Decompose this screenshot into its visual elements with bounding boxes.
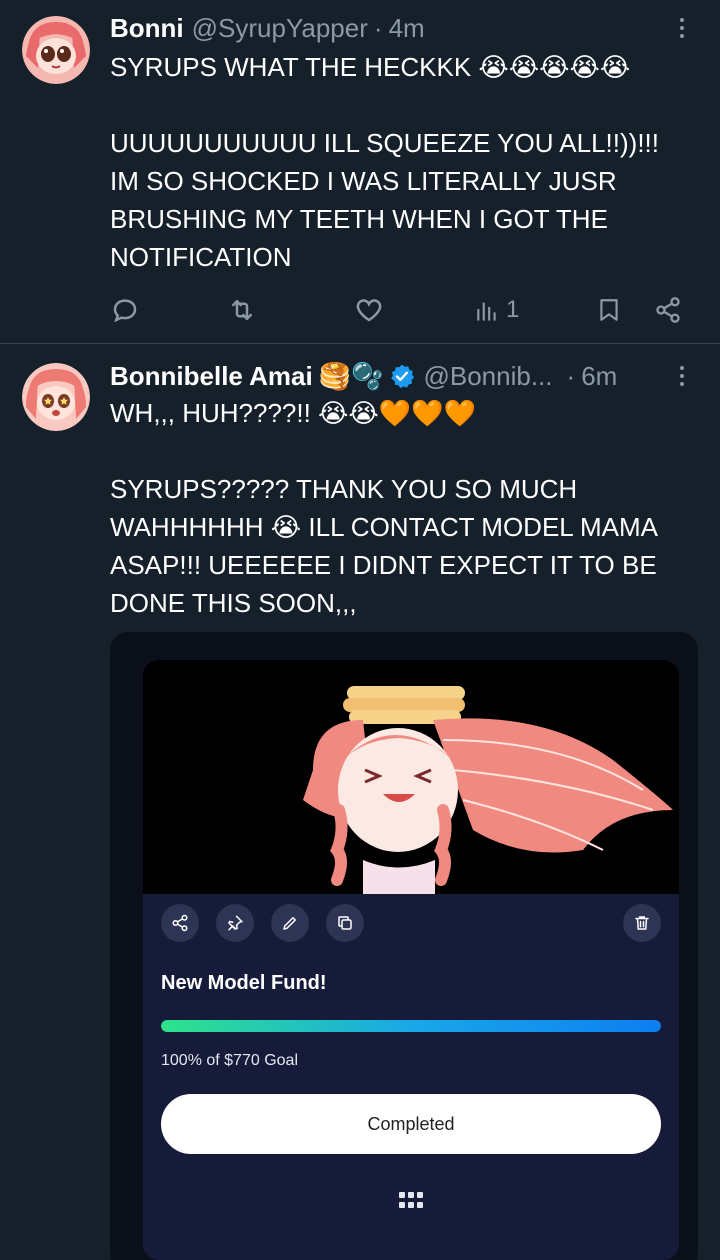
tweet-header: Bonnibelle Amai 🥞🫧 @Bonnib... · 6m bbox=[110, 358, 694, 394]
reply-icon[interactable] bbox=[110, 290, 140, 330]
progress-bar bbox=[161, 1020, 661, 1032]
edit-icon[interactable] bbox=[271, 904, 309, 942]
display-name[interactable]: Bonni bbox=[110, 13, 184, 44]
timestamp[interactable]: 4m bbox=[389, 13, 425, 44]
avatar[interactable] bbox=[22, 16, 90, 84]
avatar[interactable] bbox=[22, 363, 90, 431]
progress-bar-fill bbox=[161, 1020, 661, 1032]
like-icon[interactable] bbox=[354, 290, 384, 330]
retweet-icon[interactable] bbox=[226, 290, 258, 330]
verified-badge-icon[interactable] bbox=[389, 363, 415, 389]
more-options-icon[interactable] bbox=[670, 12, 694, 44]
user-handle[interactable]: @Bonnib... bbox=[423, 361, 552, 392]
completed-button[interactable]: Completed bbox=[161, 1094, 661, 1154]
separator-dot: · bbox=[373, 12, 383, 43]
name-emojis: 🥞🫧 bbox=[318, 360, 384, 391]
tweet-text: WH,,, HUH????!! 😭😭🧡🧡🧡 SYRUPS????? THANK … bbox=[110, 398, 659, 618]
goal-text: 100% of $770 Goal bbox=[161, 1052, 298, 1069]
more-options-icon[interactable] bbox=[670, 360, 694, 392]
tweet[interactable]: Bonnibelle Amai 🥞🫧 @Bonnib... · 6m WH,,,… bbox=[0, 344, 720, 1260]
grid-menu-icon[interactable] bbox=[399, 1192, 423, 1208]
tweet-header: Bonni @SyrupYapper · 4m bbox=[110, 10, 694, 46]
user-handle[interactable]: @SyrupYapper bbox=[192, 13, 368, 44]
delete-icon[interactable] bbox=[623, 904, 661, 942]
embedded-screenshot[interactable]: New Model Fund! 100% of $770 Goal Comple… bbox=[110, 632, 698, 1260]
fund-card: New Model Fund! 100% of $770 Goal Comple… bbox=[143, 660, 679, 1260]
card-toolbar bbox=[143, 904, 679, 944]
views-count[interactable]: 1 bbox=[474, 290, 519, 330]
views-icon bbox=[477, 302, 496, 321]
bookmark-icon[interactable] bbox=[596, 290, 622, 330]
display-name[interactable]: Bonnibelle Amai bbox=[110, 361, 313, 392]
tweet-actions: 1 bbox=[0, 290, 720, 330]
views-count-label: 1 bbox=[506, 296, 520, 323]
tweet[interactable]: Bonni @SyrupYapper · 4m SYRUPS WHAT THE … bbox=[0, 0, 720, 344]
pin-icon[interactable] bbox=[216, 904, 254, 942]
share-icon[interactable] bbox=[654, 290, 682, 330]
fund-title: New Model Fund! bbox=[161, 972, 327, 994]
share-icon[interactable] bbox=[161, 904, 199, 942]
timestamp[interactable]: 6m bbox=[581, 361, 617, 392]
copy-icon[interactable] bbox=[326, 904, 364, 942]
tweet-text: SYRUPS WHAT THE HECKKK 😭😭😭😭😭 UUUUUUUUUUU… bbox=[110, 52, 659, 272]
model-artwork-image bbox=[143, 660, 679, 894]
separator-dot: · bbox=[566, 360, 576, 391]
